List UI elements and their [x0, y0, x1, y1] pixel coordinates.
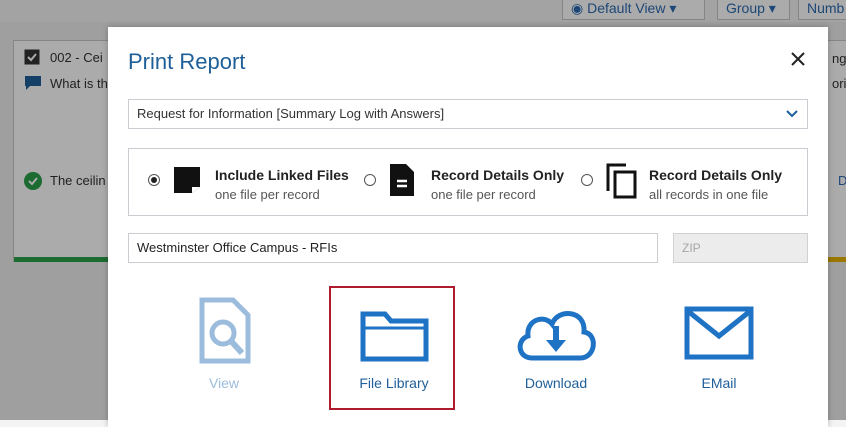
file-library-label: File Library	[359, 375, 429, 391]
zip-placeholder: ZIP	[682, 241, 701, 255]
envelope-icon	[684, 306, 754, 360]
file-library-button[interactable]: File Library	[334, 290, 454, 400]
file-linked-icon	[174, 167, 200, 193]
chevron-down-icon	[786, 110, 798, 118]
radio-include-linked-files[interactable]	[148, 174, 160, 186]
option-subtitle: all records in one file	[649, 187, 769, 202]
folder-icon	[360, 311, 429, 362]
close-icon	[791, 52, 805, 66]
dialog-title: Print Report	[128, 49, 246, 74]
zip-field: ZIP	[673, 233, 808, 263]
view-label: View	[208, 375, 240, 391]
option-record-details-one-file[interactable]: Record Details Only all records in one f…	[565, 149, 807, 215]
option-subtitle: one file per record	[215, 187, 320, 202]
option-subtitle: one file per record	[431, 187, 536, 202]
option-title: Include Linked Files	[215, 167, 349, 183]
cloud-download-icon	[517, 311, 596, 361]
output-options: Include Linked Files one file per record…	[128, 148, 808, 216]
radio-record-details-per-record[interactable]	[364, 174, 376, 186]
option-title: Record Details Only	[649, 167, 783, 183]
view-document-icon	[199, 297, 251, 364]
close-button[interactable]	[788, 49, 808, 69]
document-icon	[390, 164, 414, 196]
option-title: Record Details Only	[431, 167, 565, 183]
email-button[interactable]: EMail	[659, 290, 779, 400]
report-type-value: Request for Information [Summary Log wit…	[137, 106, 445, 121]
report-type-select[interactable]: Request for Information [Summary Log wit…	[128, 99, 808, 129]
file-name-input[interactable]: Westminster Office Campus - RFIs	[128, 233, 658, 263]
email-label: EMail	[701, 375, 737, 391]
print-report-dialog: Print Report Request for Information [Su…	[108, 27, 828, 427]
file-name-value: Westminster Office Campus - RFIs	[137, 240, 338, 255]
option-include-linked-files[interactable]: Include Linked Files one file per record	[129, 149, 349, 215]
download-button[interactable]: Download	[496, 290, 616, 400]
radio-record-details-one-file[interactable]	[581, 174, 593, 186]
option-record-details-per-record[interactable]: Record Details Only one file per record	[347, 149, 565, 215]
copy-icon	[606, 163, 637, 199]
view-button[interactable]: View	[164, 290, 284, 400]
download-label: Download	[524, 375, 588, 391]
